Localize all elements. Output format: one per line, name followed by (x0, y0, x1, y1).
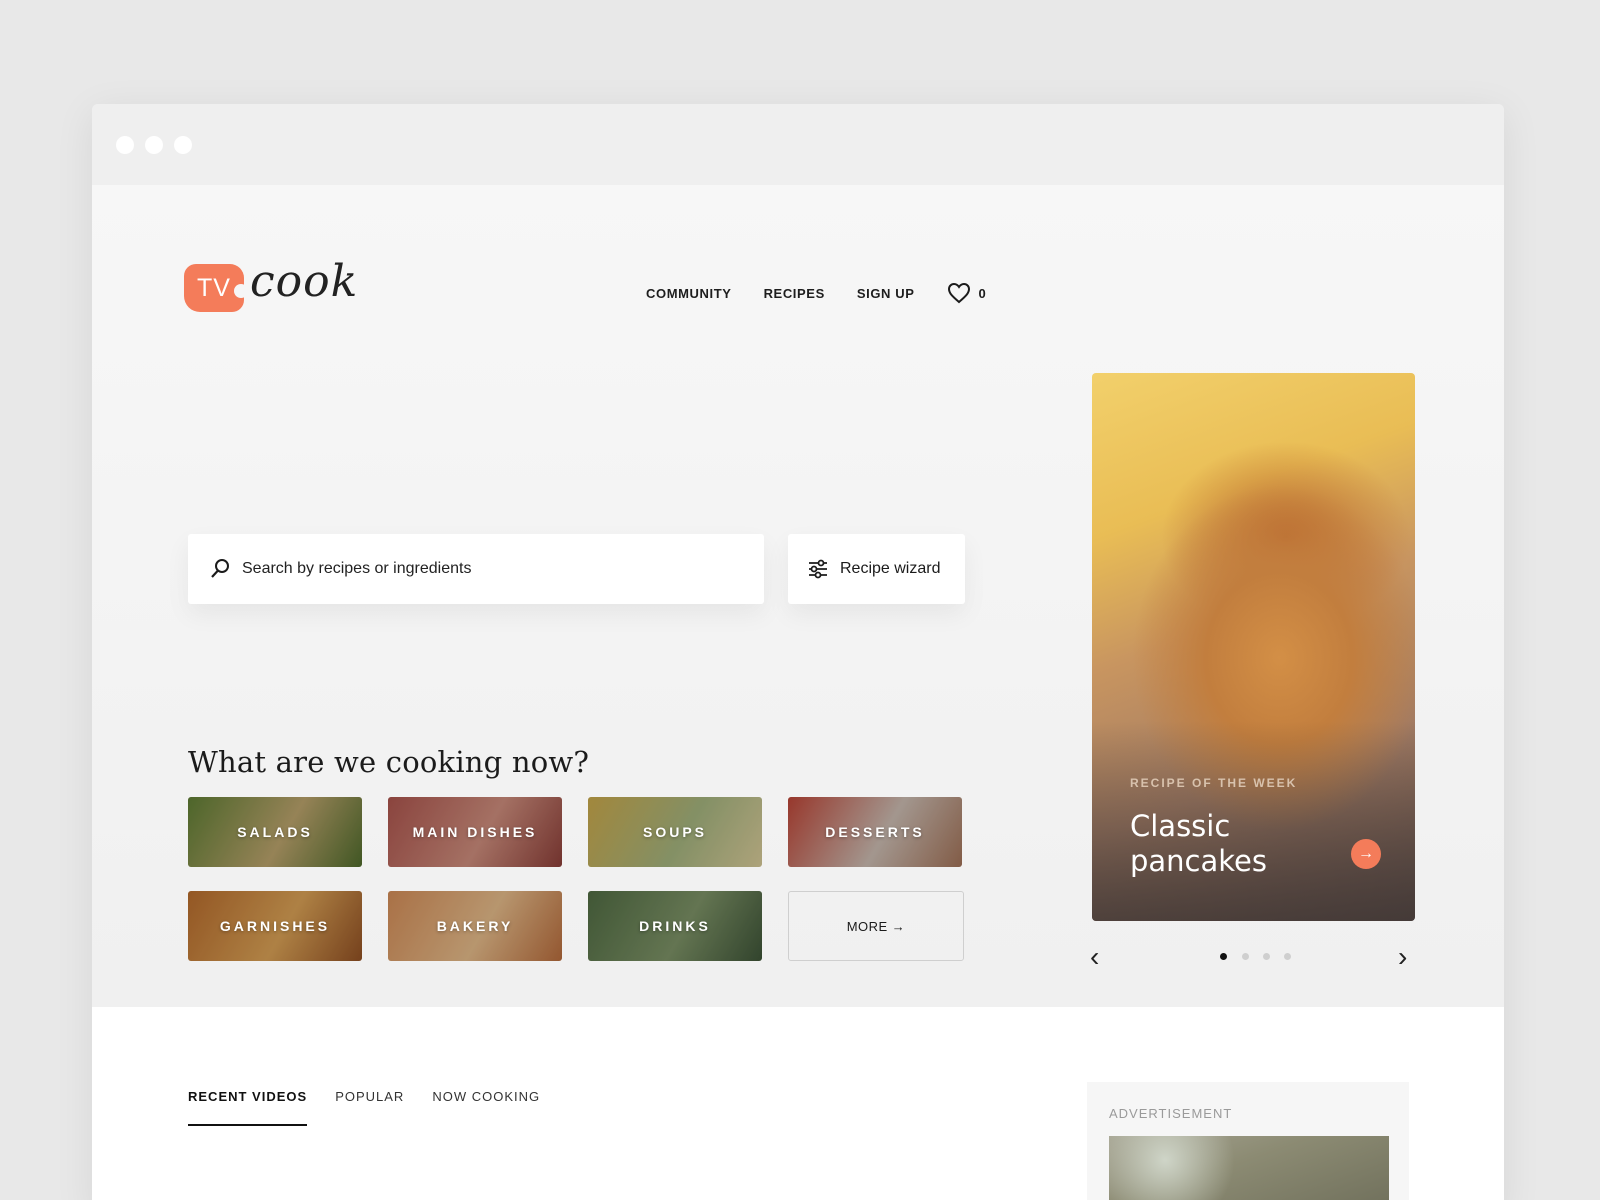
category-label: DRINKS (639, 918, 711, 934)
nav-community[interactable]: COMMUNITY (646, 286, 732, 301)
advertisement[interactable]: ADVERTISEMENT (1087, 1082, 1409, 1200)
more-categories-button[interactable]: MORE → (788, 891, 964, 961)
window-dot-minimize[interactable] (145, 136, 163, 154)
tab-popular[interactable]: POPULAR (335, 1089, 404, 1126)
search-bar (188, 534, 764, 604)
browser-window: TV cook COMMUNITY RECIPES SIGN UP 0 Sear… (92, 104, 1504, 1200)
heart-icon (947, 282, 970, 304)
ad-image (1109, 1136, 1389, 1200)
carousel-dot-1[interactable] (1220, 953, 1227, 960)
carousel-dot-3[interactable] (1263, 953, 1270, 960)
category-drinks[interactable]: DRINKS (588, 891, 762, 961)
logo-bite-shape (234, 284, 248, 298)
category-label: SOUPS (642, 824, 707, 840)
window-dot-close[interactable] (116, 136, 134, 154)
category-main-dishes[interactable]: MAIN DISHES (388, 797, 562, 867)
category-label: SALADS (237, 824, 313, 840)
section-title: What are we cooking now? (188, 745, 590, 779)
search-icon (211, 559, 229, 578)
recipe-wizard-label: Recipe wizard (840, 560, 941, 577)
recipe-of-week-card[interactable]: RECIPE OF THE WEEK Classic pancakes → (1092, 373, 1415, 921)
search-input[interactable] (242, 560, 722, 578)
favorites-link[interactable]: 0 (947, 282, 987, 304)
carousel-dot-4[interactable] (1284, 953, 1291, 960)
feature-title: Classic pancakes (1130, 809, 1267, 878)
main-nav: COMMUNITY RECIPES SIGN UP 0 (646, 282, 986, 304)
hero-section: TV cook COMMUNITY RECIPES SIGN UP 0 Sear… (92, 185, 1504, 1113)
category-soups[interactable]: SOUPS (588, 797, 762, 867)
nav-sign-up[interactable]: SIGN UP (857, 286, 915, 301)
title-bar (92, 104, 1504, 185)
chevron-left-icon[interactable]: ‹ (1090, 943, 1099, 971)
logo-wordmark: cook (250, 256, 359, 307)
ad-label: ADVERTISEMENT (1109, 1106, 1233, 1121)
tab-recent-videos[interactable]: RECENT VIDEOS (188, 1089, 308, 1126)
chevron-right-icon[interactable]: › (1398, 943, 1407, 971)
category-label: BAKERY (436, 918, 514, 934)
feature-label: RECIPE OF THE WEEK (1130, 776, 1298, 790)
video-tabs: RECENT VIDEOS POPULAR NOW COOKING (188, 1089, 568, 1126)
arrow-right-icon[interactable]: → (1351, 839, 1381, 869)
category-label: MAIN DISHES (412, 824, 538, 840)
category-label: DESSERTS (825, 824, 925, 840)
carousel-dot-2[interactable] (1242, 953, 1249, 960)
sliders-icon (809, 559, 827, 579)
category-bakery[interactable]: BAKERY (388, 891, 562, 961)
tab-now-cooking[interactable]: NOW COOKING (432, 1089, 540, 1126)
nav-recipes[interactable]: RECIPES (764, 286, 825, 301)
favorites-count: 0 (978, 285, 987, 301)
logo[interactable]: TV cook (184, 256, 357, 312)
window-dot-maximize[interactable] (174, 136, 192, 154)
category-desserts[interactable]: DESSERTS (788, 797, 962, 867)
category-label: GARNISHES (219, 918, 331, 934)
recipe-wizard-button[interactable]: Recipe wizard (788, 534, 965, 604)
category-salads[interactable]: SALADS (188, 797, 362, 867)
category-garnishes[interactable]: GARNISHES (188, 891, 362, 961)
content-section: RECENT VIDEOS POPULAR NOW COOKING ADVERT… (92, 1007, 1504, 1200)
